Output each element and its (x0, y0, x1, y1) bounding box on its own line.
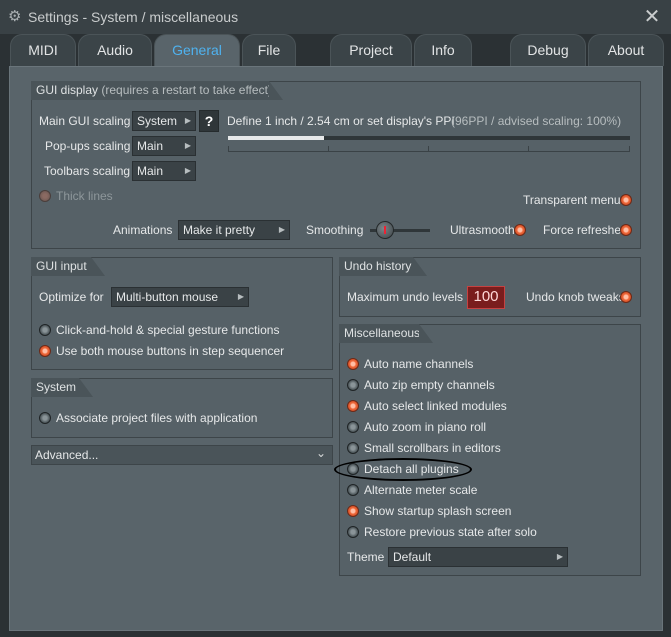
chevron-right-icon: ▶ (556, 552, 563, 561)
misc-item-label: Alternate meter scale (364, 483, 478, 497)
undo-history-header: Undo history (339, 257, 413, 276)
popups-scaling-dropdown[interactable]: Main ▶ (132, 136, 196, 156)
main-gui-scaling-value: System (137, 114, 178, 128)
ultrasmooth-radio[interactable] (514, 224, 526, 236)
misc-radio[interactable] (347, 526, 359, 538)
max-undo-label: Maximum undo levels (347, 290, 464, 304)
associate-radio[interactable] (39, 412, 51, 424)
misc-radio[interactable] (347, 505, 359, 517)
popups-scaling-value: Main (137, 139, 164, 153)
gui-display-title: GUI display (36, 83, 99, 97)
ppi-label: Define 1 inch / 2.54 cm or set display's… (227, 114, 455, 128)
tab-midi[interactable]: MIDI (10, 34, 76, 66)
system-header: System (31, 378, 79, 397)
misc-item-label: Restore previous state after solo (364, 525, 537, 539)
misc-item-label: Auto name channels (364, 357, 474, 371)
chevron-right-icon: ▶ (184, 141, 191, 150)
tab-info[interactable]: Info (414, 34, 472, 66)
misc-item-label: Auto select linked modules (364, 399, 507, 413)
both-mouse-buttons-label: Use both mouse buttons in step sequencer (56, 344, 285, 358)
thick-lines-label: Thick lines (56, 189, 113, 203)
close-icon[interactable]: ✕ (640, 5, 664, 29)
chevron-right-icon: ▶ (184, 166, 191, 175)
ultrasmooth-label: Ultrasmooth (450, 223, 515, 237)
slider-baseline (228, 151, 630, 152)
gui-display-note: (requires a restart to take effect) (101, 83, 272, 97)
advanced-label: Advanced... (35, 448, 99, 462)
window-title: Settings - System / miscellaneous (28, 9, 239, 25)
max-undo-value[interactable]: 100 (467, 286, 505, 309)
misc-radio[interactable] (347, 442, 359, 454)
tab-audio[interactable]: Audio (78, 34, 152, 66)
misc-radio[interactable] (347, 400, 359, 412)
misc-item-label: Auto zoom in piano roll (364, 420, 487, 434)
optimize-for-dropdown[interactable]: Multi-button mouse ▶ (111, 287, 249, 307)
misc-item-label: Auto zip empty channels (364, 378, 495, 392)
transparent-menus-radio[interactable] (620, 194, 632, 206)
annotation-circle (334, 458, 472, 481)
help-button[interactable]: ? (199, 110, 219, 132)
undo-knob-tweaks-radio[interactable] (620, 291, 632, 303)
associate-label: Associate project files with application (56, 411, 258, 425)
ppi-slider-fill (228, 136, 324, 140)
tab-general[interactable]: General (154, 34, 240, 67)
misc-radio[interactable] (347, 379, 359, 391)
popups-scaling-label: Pop-ups scaling (45, 139, 131, 153)
theme-value: Default (393, 550, 432, 564)
optimize-for-label: Optimize for (39, 290, 104, 304)
misc-radio[interactable] (347, 421, 359, 433)
chevron-right-icon: ▶ (278, 225, 285, 234)
tab-debug[interactable]: Debug (510, 34, 586, 66)
tab-about[interactable]: About (588, 34, 664, 66)
undo-knob-tweaks-label: Undo knob tweaks (526, 290, 625, 304)
miscellaneous-header: Miscellaneous (339, 324, 420, 343)
both-mouse-buttons-radio[interactable] (39, 345, 51, 357)
smoothing-label: Smoothing (306, 223, 364, 237)
animations-value: Make it pretty (183, 223, 256, 237)
main-gui-scaling-label: Main GUI scaling (39, 114, 131, 128)
click-hold-label: Click-and-hold & special gesture functio… (56, 323, 280, 337)
theme-label: Theme (347, 550, 385, 564)
animations-label: Animations (113, 223, 173, 237)
misc-item-label: Show startup splash screen (364, 504, 512, 518)
gear-icon: ⚙ (8, 8, 22, 25)
gui-input-header: GUI input (31, 257, 91, 276)
chevron-down-icon: ⌄ (316, 446, 327, 460)
thick-lines-radio[interactable] (39, 190, 51, 202)
chevron-right-icon: ▶ (184, 116, 191, 125)
ppi-note: (96PPI / advised scaling: 100%) (451, 114, 622, 128)
misc-item-label: Small scrollbars in editors (364, 441, 501, 455)
chevron-right-icon: ▶ (237, 292, 244, 301)
misc-radio[interactable] (347, 484, 359, 496)
tab-project[interactable]: Project (330, 34, 412, 66)
gui-display-header: GUI display (requires a restart to take … (31, 81, 272, 100)
misc-radio[interactable] (347, 358, 359, 370)
animations-dropdown[interactable]: Make it pretty ▶ (178, 220, 290, 240)
smoothing-knob-mark (384, 226, 386, 234)
toolbars-scaling-value: Main (137, 164, 164, 178)
main-gui-scaling-dropdown[interactable]: System ▶ (132, 111, 196, 131)
tab-file[interactable]: File (242, 34, 296, 66)
optimize-for-value: Multi-button mouse (116, 290, 219, 304)
theme-dropdown[interactable]: Default ▶ (388, 547, 568, 567)
toolbars-scaling-label: Toolbars scaling (44, 164, 131, 178)
transparent-menus-label: Transparent menus (523, 193, 627, 207)
click-hold-radio[interactable] (39, 324, 51, 336)
force-refreshes-radio[interactable] (620, 224, 632, 236)
force-refreshes-label: Force refreshes (543, 223, 628, 237)
toolbars-scaling-dropdown[interactable]: Main ▶ (132, 161, 196, 181)
